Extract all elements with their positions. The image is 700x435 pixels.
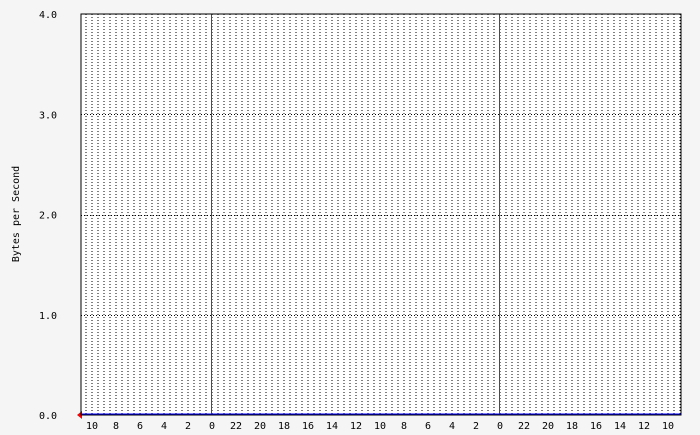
x-tick-label-8: 18: [278, 421, 290, 432]
x-tick-label-13: 8: [401, 421, 407, 432]
x-tick-label-5: 0: [209, 421, 215, 432]
x-tick-label-1: 8: [113, 421, 119, 432]
x-tick-label-2: 6: [137, 421, 143, 432]
x-tick-label-17: 0: [497, 421, 503, 432]
x-tick-label-0: 10: [86, 421, 98, 432]
x-tick-label-20: 18: [566, 421, 578, 432]
x-tick-label-15: 4: [449, 421, 455, 432]
plot-area: [81, 14, 681, 415]
x-tick-label-22: 14: [614, 421, 626, 432]
chart-svg: 0.01.02.03.04.0 10 8 6 4 2 0 22 20 18 16 14 12 10 8 6 4…: [0, 0, 700, 435]
x-tick-label-23: 12: [638, 421, 650, 432]
x-tick-label-14: 6: [425, 421, 431, 432]
y-tick-label-4: 4.0: [39, 10, 57, 21]
x-tick-label-4: 2: [185, 421, 191, 432]
x-tick-label-19: 20: [542, 421, 554, 432]
x-tick-label-18: 22: [518, 421, 530, 432]
x-tick-label-9: 16: [302, 421, 314, 432]
x-tick-label-10: 14: [326, 421, 338, 432]
y-tick-label-1: 1.0: [39, 311, 57, 322]
y-tick-label-0: 0.0: [39, 411, 57, 422]
x-tick-label-3: 4: [161, 421, 167, 432]
chart-container: 0.0 1.0 2.0 3.0 4.0 10 8 6 4 2 0 22 20 18 16 14 12 10 8 6 4…: [0, 0, 700, 435]
y-tick-label-3: 3.0: [39, 110, 57, 121]
y-axis-title: Bytes per Second: [11, 166, 22, 262]
x-tick-label-6: 22: [230, 421, 242, 432]
x-tick-label-7: 20: [254, 421, 266, 432]
x-tick-label-21: 16: [590, 421, 602, 432]
x-tick-label-24: 10: [662, 421, 674, 432]
y-tick-label-2: 2.0: [39, 211, 57, 222]
x-tick-label-12: 10: [374, 421, 386, 432]
x-tick-label-16: 2: [473, 421, 479, 432]
x-tick-label-11: 12: [350, 421, 362, 432]
